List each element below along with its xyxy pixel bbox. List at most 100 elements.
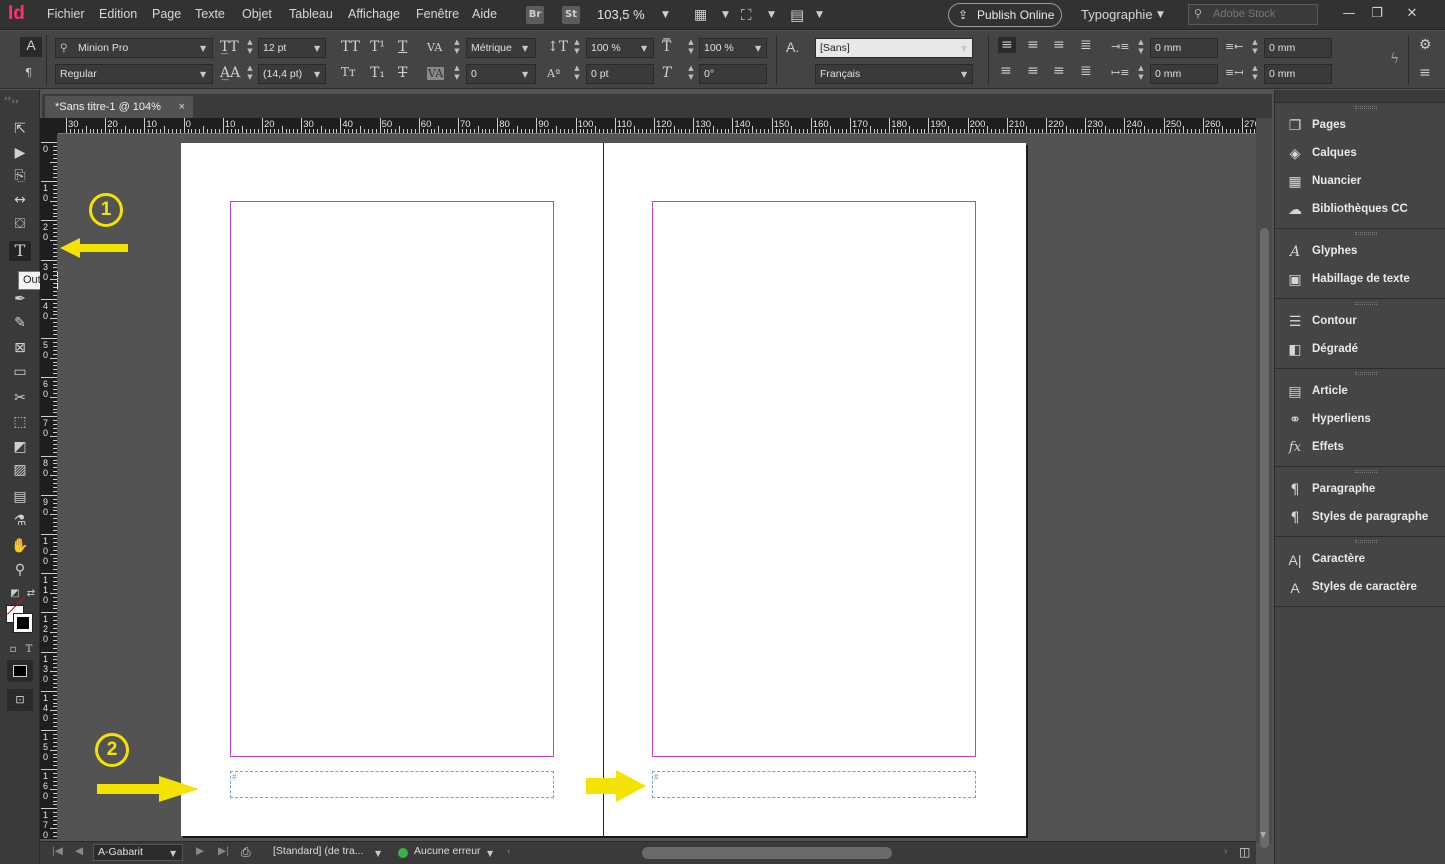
document-tab[interactable]: *Sans titre-1 @ 104% × (45, 96, 193, 118)
font-size-stepper[interactable]: ▲ ▼ (244, 38, 256, 58)
panel-calques[interactable]: ◈ Calques (1275, 141, 1445, 169)
panel-pages[interactable]: ❐ Pages (1275, 113, 1445, 141)
last-page-icon[interactable]: ▶| (218, 845, 229, 857)
arrange-documents-icon[interactable]: ▤ (790, 6, 804, 24)
panel-effets[interactable]: fx Effets (1275, 435, 1445, 463)
note-tool-icon[interactable]: ▤ (9, 487, 31, 507)
chevron-down-icon[interactable]: ▼ (200, 44, 206, 53)
panel-habillage[interactable]: ▣ Habillage de texte (1275, 267, 1445, 295)
last-indent-stepper[interactable]: ▲ ▼ (1249, 64, 1261, 84)
scroll-down-icon[interactable]: ▼ (1260, 830, 1266, 839)
chevron-down-icon[interactable]: ▼ (314, 70, 320, 79)
right-indent-stepper[interactable]: ▲ ▼ (1249, 38, 1261, 58)
subscript-icon[interactable]: T₁ (370, 65, 385, 81)
justify-left-icon[interactable]: ≡ (1000, 63, 1012, 79)
vertical-ruler[interactable]: 0 10 20 30 40 50 60 70 80 90 100 110 120 130 140 150 160… (40, 134, 57, 839)
first-line-indent-field[interactable]: 0 mm (1150, 64, 1218, 84)
chevron-down-icon[interactable]: ▼ (487, 849, 493, 858)
ruler-origin[interactable] (40, 118, 58, 134)
panel-contour[interactable]: ☰ Contour (1275, 309, 1445, 337)
tracking-stepper[interactable]: ▲ ▼ (451, 64, 463, 84)
horizontal-ruler[interactable]: 30 20 10 0 10 20 30 40 50 60 70 80 90 100 110 120 130 140… (58, 118, 1256, 134)
chevron-down-icon[interactable]: ▼ (314, 44, 320, 53)
scroll-right-icon[interactable]: › (1224, 845, 1228, 857)
panel-degrade[interactable]: ◧ Dégradé (1275, 337, 1445, 365)
preflight-status[interactable]: Aucune erreur (414, 845, 481, 857)
gradient-swatch-tool-icon[interactable]: ◩ (9, 437, 31, 457)
chevron-down-icon[interactable]: ▼ (816, 10, 823, 20)
menu-aide[interactable]: Aide (472, 7, 497, 21)
justify-center-icon[interactable]: ≡ (1027, 63, 1039, 79)
underline-icon[interactable]: T (398, 39, 407, 55)
language-field[interactable]: Français (815, 64, 973, 84)
align-center-icon[interactable]: ≡ (1027, 37, 1039, 53)
page-number-frame-left[interactable]: # (230, 771, 554, 798)
justify-all-icon[interactable]: ≡ (1053, 63, 1065, 79)
menu-fichier[interactable]: Fichier (47, 7, 85, 21)
grip-icon[interactable] (1355, 232, 1377, 235)
open-page-icon[interactable]: ⎙ (241, 845, 251, 860)
page-number-frame-right[interactable]: # (652, 771, 976, 798)
left-indent-field[interactable]: 0 mm (1150, 38, 1218, 58)
leading-stepper[interactable]: ▲ ▼ (244, 64, 256, 84)
expand-toolbox-icon[interactable]: ›› (4, 94, 11, 104)
baseline-shift-field[interactable]: 0 pt (586, 64, 654, 84)
chevron-down-icon[interactable]: ▼ (961, 44, 967, 53)
menu-objet[interactable]: Objet (242, 7, 272, 21)
skew-stepper[interactable]: ▲ ▼ (685, 64, 697, 84)
scissors-tool-icon[interactable]: ✂ (9, 388, 31, 408)
panel-caractere[interactable]: A| Caractère (1275, 547, 1445, 575)
align-right-icon[interactable]: ≡ (1053, 37, 1065, 53)
view-mode-button[interactable] (7, 660, 33, 682)
direct-selection-tool-icon[interactable]: ▶ (9, 143, 31, 163)
eyedropper-tool-icon[interactable]: ⚗ (9, 511, 31, 531)
bridge-button[interactable]: Br (526, 6, 544, 24)
pencil-tool-icon[interactable]: ✎ (9, 313, 31, 333)
paragraph-formatting-icon[interactable]: ¶ (25, 66, 32, 79)
screen-mode-button[interactable]: ⊡ (7, 689, 33, 711)
panel-bibliotheques[interactable]: ☁ Bibliothèques CC (1275, 197, 1445, 225)
previous-page-icon[interactable]: ◀ (75, 845, 83, 857)
chevron-down-icon[interactable]: ▼ (375, 849, 381, 858)
small-caps-icon[interactable]: Tт (341, 65, 356, 79)
content-collector-icon[interactable]: ⛋ (9, 214, 31, 234)
menu-edition[interactable]: Edition (99, 7, 137, 21)
align-left-icon[interactable]: ≡ (998, 37, 1016, 53)
chevron-down-icon[interactable]: ▼ (170, 849, 176, 858)
panel-styles-paragraphe[interactable]: ¶ Styles de paragraphe (1275, 505, 1445, 533)
pen-tool-icon[interactable]: ✒ (9, 289, 31, 309)
zoom-tool-icon[interactable]: ⚲ (9, 560, 31, 580)
adobe-stock-search[interactable]: ⚲ Adobe Stock (1188, 4, 1318, 25)
panel-menu-icon[interactable]: ≡ (1419, 65, 1431, 81)
vertical-scroll-thumb[interactable] (1260, 228, 1269, 848)
grip-icon[interactable] (1355, 540, 1377, 543)
stock-button[interactable]: St (562, 6, 580, 24)
close-icon[interactable]: ✕ (1401, 4, 1423, 24)
panel-hyperliens[interactable]: ⚭ Hyperliens (1275, 407, 1445, 435)
strikethrough-icon[interactable]: T (398, 65, 407, 81)
page-left[interactable]: # (181, 143, 604, 836)
menu-affichage[interactable]: Affichage (348, 7, 400, 21)
chevron-down-icon[interactable]: ▼ (722, 10, 729, 20)
font-family-field[interactable]: ⚲ Minion Pro (55, 38, 213, 58)
zoom-level[interactable]: 103,5 % (597, 7, 645, 22)
publish-online-button[interactable]: ⇪ Publish Online (948, 3, 1062, 27)
vertical-scale-stepper[interactable]: ▲ ▼ (571, 38, 583, 58)
split-window-icon[interactable]: ◫ (1239, 845, 1250, 859)
free-transform-tool-icon[interactable]: ⬚ (9, 412, 31, 432)
align-towards-spine-icon[interactable]: ≣ (1080, 37, 1092, 53)
preflight-profile[interactable]: [Standard] (de tra... (273, 845, 363, 857)
page-right[interactable]: # (603, 143, 1026, 836)
workspace-switcher[interactable]: Typographie (1081, 7, 1153, 22)
horizontal-scale-stepper[interactable]: ▲ ▼ (685, 38, 697, 58)
chevron-down-icon[interactable]: ▼ (522, 70, 528, 79)
panel-dock-header[interactable] (1275, 90, 1445, 102)
view-options-icon[interactable]: ⛶ (741, 6, 752, 24)
hand-tool-icon[interactable]: ✋ (9, 536, 31, 556)
superscript-icon[interactable]: T¹ (370, 39, 385, 55)
all-caps-icon[interactable]: TT (341, 39, 360, 55)
chevron-down-icon[interactable]: ▼ (641, 44, 647, 53)
chevron-down-icon[interactable]: ▼ (755, 44, 761, 53)
menu-fenetre[interactable]: Fenêtre (416, 7, 459, 21)
baseline-stepper[interactable]: ▲ ▼ (571, 64, 583, 84)
